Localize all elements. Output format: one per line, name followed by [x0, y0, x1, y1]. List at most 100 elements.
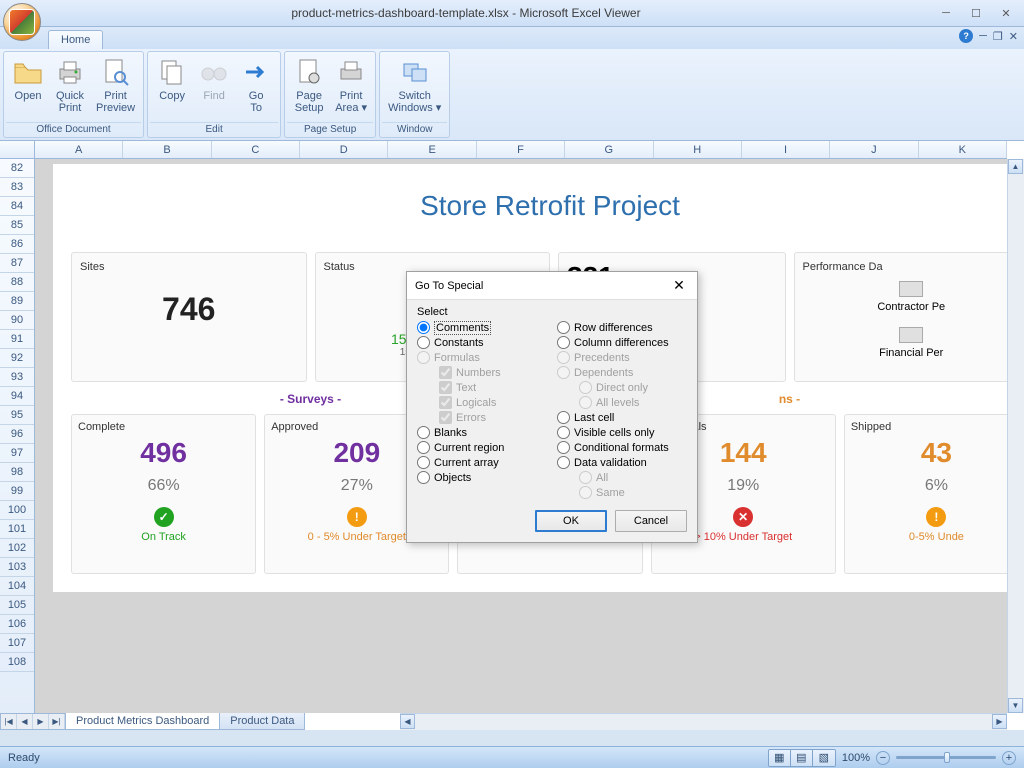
column-header[interactable]: K [919, 141, 1007, 158]
scroll-down-icon[interactable]: ▼ [1008, 698, 1023, 713]
tab-nav-prev[interactable]: ◀ [17, 714, 33, 729]
radio[interactable] [417, 321, 430, 334]
page-layout-view-button[interactable]: ▤ [791, 750, 813, 766]
mdi-restore-icon[interactable]: ❐ [993, 30, 1003, 43]
radio[interactable] [417, 336, 430, 349]
row-header[interactable]: 92 [0, 349, 34, 368]
row-header[interactable]: 85 [0, 216, 34, 235]
row-header[interactable]: 91 [0, 330, 34, 349]
row-header[interactable]: 104 [0, 577, 34, 596]
sheet-tab-active[interactable]: Product Metrics Dashboard [65, 713, 220, 730]
radio[interactable] [417, 471, 430, 484]
row-header[interactable]: 102 [0, 539, 34, 558]
vertical-scrollbar[interactable]: ▲ ▼ [1007, 159, 1024, 713]
print-preview-button[interactable]: Print Preview [92, 54, 139, 120]
radio-option[interactable]: Blanks [417, 425, 547, 440]
copy-button[interactable]: Copy [152, 54, 192, 120]
zoom-level[interactable]: 100% [842, 752, 870, 764]
mdi-close-icon[interactable]: ✕ [1009, 30, 1018, 43]
help-icon[interactable]: ? [959, 29, 973, 43]
zoom-in-button[interactable]: + [1002, 751, 1016, 765]
column-header[interactable]: G [565, 141, 653, 158]
goto-button[interactable]: Go To [236, 54, 276, 120]
scroll-left-icon[interactable]: ◀ [400, 714, 415, 729]
tab-nav-first[interactable]: |◀ [1, 714, 17, 729]
radio-option[interactable]: Last cell [557, 410, 687, 425]
radio-option[interactable]: Row differences [557, 320, 687, 335]
scroll-right-icon[interactable]: ▶ [992, 714, 1007, 729]
column-headers[interactable]: ABCDEFGHIJK [35, 141, 1007, 159]
radio[interactable] [417, 426, 430, 439]
row-header[interactable]: 103 [0, 558, 34, 577]
radio[interactable] [417, 441, 430, 454]
column-header[interactable]: A [35, 141, 123, 158]
row-header[interactable]: 107 [0, 634, 34, 653]
radio[interactable] [557, 456, 570, 469]
radio-option[interactable]: Visible cells only [557, 425, 687, 440]
row-header[interactable]: 100 [0, 501, 34, 520]
row-headers[interactable]: 8283848586878889909192939495969798991001… [0, 159, 35, 713]
radio-option[interactable]: Comments [417, 320, 547, 335]
dialog-close-button[interactable]: ✕ [669, 276, 689, 296]
radio[interactable] [557, 426, 570, 439]
row-header[interactable]: 90 [0, 311, 34, 330]
row-header[interactable]: 97 [0, 444, 34, 463]
row-header[interactable]: 93 [0, 368, 34, 387]
row-header[interactable]: 87 [0, 254, 34, 273]
row-header[interactable]: 84 [0, 197, 34, 216]
row-header[interactable]: 89 [0, 292, 34, 311]
zoom-slider[interactable] [896, 756, 996, 759]
scroll-up-icon[interactable]: ▲ [1008, 159, 1023, 174]
dialog-titlebar[interactable]: Go To Special✕ [407, 272, 697, 300]
column-header[interactable]: D [300, 141, 388, 158]
select-all-corner[interactable] [0, 141, 35, 159]
radio-option[interactable]: Conditional formats [557, 440, 687, 455]
row-header[interactable]: 94 [0, 387, 34, 406]
row-header[interactable]: 98 [0, 463, 34, 482]
radio[interactable] [557, 321, 570, 334]
column-header[interactable]: C [212, 141, 300, 158]
column-header[interactable]: E [388, 141, 476, 158]
close-button[interactable]: ✕ [992, 4, 1020, 22]
open-button[interactable]: Open [8, 54, 48, 120]
radio[interactable] [417, 456, 430, 469]
sheet-tab-other[interactable]: Product Data [219, 713, 305, 730]
row-header[interactable]: 86 [0, 235, 34, 254]
tab-home[interactable]: Home [48, 30, 103, 49]
horizontal-scrollbar[interactable]: ◀ ▶ [400, 713, 1007, 730]
row-header[interactable]: 101 [0, 520, 34, 539]
cancel-button[interactable]: Cancel [615, 510, 687, 532]
mdi-minimize-icon[interactable]: ─ [979, 30, 987, 42]
column-header[interactable]: J [830, 141, 918, 158]
tab-nav-next[interactable]: ▶ [33, 714, 49, 729]
ok-button[interactable]: OK [535, 510, 607, 532]
radio[interactable] [557, 336, 570, 349]
minimize-button[interactable]: ─ [932, 4, 960, 22]
row-header[interactable]: 82 [0, 159, 34, 178]
radio[interactable] [557, 411, 570, 424]
row-header[interactable]: 108 [0, 653, 34, 672]
print-area-button[interactable]: Print Area ▾ [331, 54, 371, 120]
normal-view-button[interactable]: ▦ [769, 750, 791, 766]
radio[interactable] [557, 441, 570, 454]
radio-option[interactable]: Column differences [557, 335, 687, 350]
switch-windows-button[interactable]: Switch Windows ▾ [384, 54, 445, 120]
column-header[interactable]: I [742, 141, 830, 158]
column-header[interactable]: F [477, 141, 565, 158]
column-header[interactable]: H [654, 141, 742, 158]
row-header[interactable]: 106 [0, 615, 34, 634]
row-header[interactable]: 96 [0, 425, 34, 444]
quick-print-button[interactable]: Quick Print [50, 54, 90, 120]
radio-option[interactable]: Data validation [557, 455, 687, 470]
row-header[interactable]: 88 [0, 273, 34, 292]
row-header[interactable]: 105 [0, 596, 34, 615]
tab-nav-last[interactable]: ▶| [49, 714, 65, 729]
radio-option[interactable]: Current array [417, 455, 547, 470]
page-break-view-button[interactable]: ▧ [813, 750, 835, 766]
zoom-out-button[interactable]: − [876, 751, 890, 765]
column-header[interactable]: B [123, 141, 211, 158]
maximize-button[interactable]: ☐ [962, 4, 990, 22]
radio-option[interactable]: Objects [417, 470, 547, 485]
radio-option[interactable]: Constants [417, 335, 547, 350]
radio-option[interactable]: Current region [417, 440, 547, 455]
